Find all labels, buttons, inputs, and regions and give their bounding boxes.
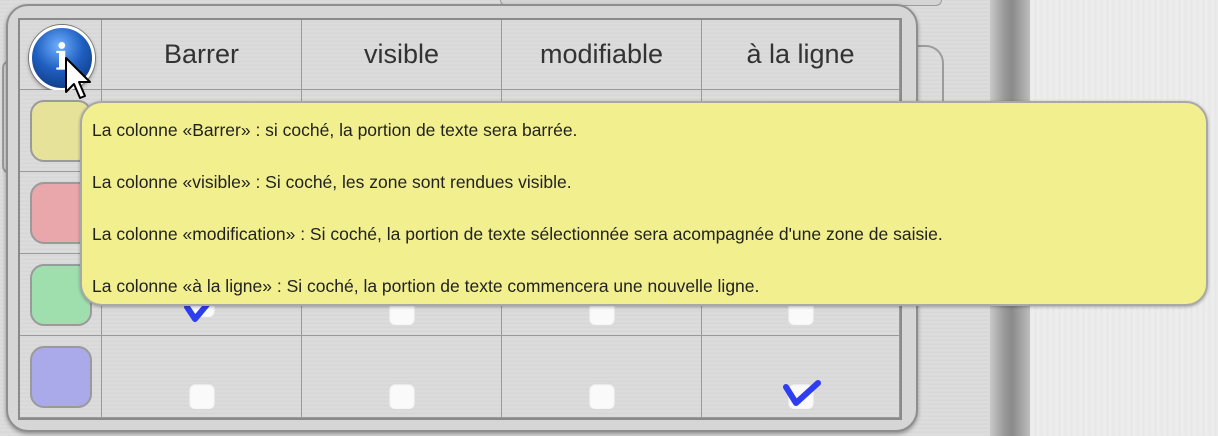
- check-mark-icon: [782, 379, 821, 406]
- row-4-modifiable: [502, 336, 702, 418]
- tooltip-line-modification: La colonne «modification» : Si coché, la…: [92, 224, 943, 244]
- row-4-a-la-ligne: [702, 336, 900, 418]
- checkbox[interactable]: [188, 382, 215, 409]
- row-4-barrer: [102, 336, 302, 418]
- row-4-visible: [302, 336, 502, 418]
- header-visible: visible: [302, 20, 502, 90]
- checkbox[interactable]: [588, 382, 615, 409]
- checkbox[interactable]: [388, 382, 415, 409]
- mouse-cursor-icon: [65, 57, 91, 99]
- header-a-la-ligne: à la ligne: [702, 20, 900, 90]
- header-barrer: Barrer: [102, 20, 302, 90]
- tooltip-line-barrer: La colonne «Barrer» : si coché, la porti…: [92, 120, 578, 140]
- checkbox-checked[interactable]: [782, 379, 821, 409]
- header-modifiable: modifiable: [502, 20, 702, 90]
- tooltip-line-visible: La colonne «visible» : Si coché, les zon…: [92, 172, 572, 192]
- color-swatch-purple[interactable]: [30, 346, 92, 408]
- help-tooltip: La colonne «Barrer» : si coché, la porti…: [80, 101, 1208, 306]
- tooltip-line-a-la-ligne: La colonne «à la ligne» : Si coché, la p…: [92, 276, 760, 296]
- row-4-color-cell: [20, 336, 102, 418]
